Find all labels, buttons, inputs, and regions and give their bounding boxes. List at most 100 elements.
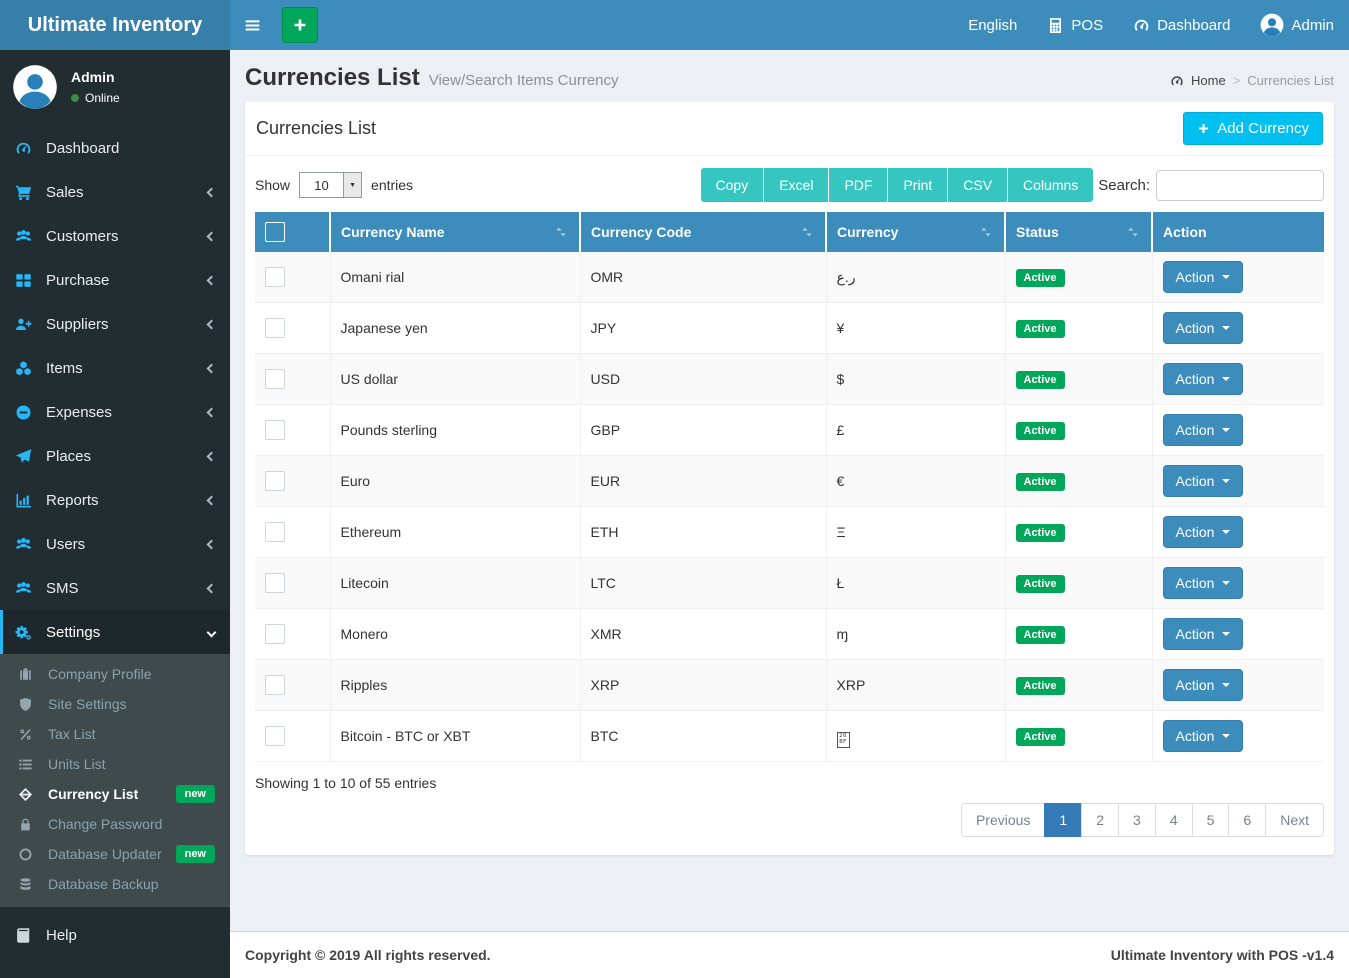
table-row: US dollar USD $ Active Action bbox=[255, 354, 1324, 405]
columns-button[interactable]: Columns bbox=[1008, 168, 1093, 202]
row-checkbox[interactable] bbox=[265, 675, 285, 695]
sidebar-item-expenses[interactable]: Expenses bbox=[0, 390, 230, 434]
plus-icon bbox=[292, 17, 308, 33]
currency-symbol-cell: ر.ع bbox=[826, 252, 1005, 303]
sort-icon[interactable] bbox=[1125, 224, 1141, 240]
breadcrumb-current: Currencies List bbox=[1247, 73, 1334, 88]
pagination-page-2[interactable]: 2 bbox=[1081, 803, 1119, 837]
print-button[interactable]: Print bbox=[888, 168, 948, 202]
sidebar-item-places[interactable]: Places bbox=[0, 434, 230, 478]
sidebar-item-settings[interactable]: Settings bbox=[0, 610, 230, 654]
nav-user-label: Admin bbox=[1291, 17, 1334, 34]
currency-name-cell: Bitcoin - BTC or XBT bbox=[330, 711, 580, 762]
row-checkbox[interactable] bbox=[265, 318, 285, 338]
excel-button[interactable]: Excel bbox=[764, 168, 829, 202]
sidebar-item-tax-list[interactable]: Tax List bbox=[0, 719, 230, 749]
table-row: Omani rial OMR ر.ع Active Action bbox=[255, 252, 1324, 303]
action-button[interactable]: Action bbox=[1163, 669, 1244, 701]
sidebar-item-dashboard[interactable]: Dashboard bbox=[0, 126, 230, 170]
action-button[interactable]: Action bbox=[1163, 363, 1244, 395]
currency-name-cell: US dollar bbox=[330, 354, 580, 405]
pagination-page-5[interactable]: 5 bbox=[1192, 803, 1230, 837]
action-button-label: Action bbox=[1176, 473, 1215, 489]
row-checkbox[interactable] bbox=[265, 624, 285, 644]
status-badge: Active bbox=[1016, 575, 1065, 593]
pagination-previous[interactable]: Previous bbox=[961, 803, 1045, 837]
nav-user-menu[interactable]: Admin bbox=[1245, 0, 1349, 50]
sidebar-item-site-settings[interactable]: Site Settings bbox=[0, 689, 230, 719]
chevron-left-icon bbox=[207, 231, 217, 241]
select-all-checkbox[interactable] bbox=[265, 222, 285, 242]
chevron-left-icon bbox=[207, 275, 217, 285]
page-subtitle: View/Search Items Currency bbox=[429, 72, 619, 89]
pagination-page-3[interactable]: 3 bbox=[1118, 803, 1156, 837]
pdf-button[interactable]: PDF bbox=[829, 168, 888, 202]
pagination-page-6[interactable]: 6 bbox=[1228, 803, 1266, 837]
nav-language[interactable]: English bbox=[953, 0, 1032, 50]
sidebar-item-label: Items bbox=[46, 360, 83, 377]
page-footer: Copyright © 2019 All rights reserved. Ul… bbox=[230, 931, 1349, 978]
pagination-page-4[interactable]: 4 bbox=[1155, 803, 1193, 837]
pagination-page-1[interactable]: 1 bbox=[1044, 803, 1082, 837]
csv-button[interactable]: CSV bbox=[948, 168, 1008, 202]
pagination-next[interactable]: Next bbox=[1265, 803, 1324, 837]
sidebar-item-change-password[interactable]: Change Password bbox=[0, 809, 230, 839]
sidebar-item-reports[interactable]: Reports bbox=[0, 478, 230, 522]
action-button[interactable]: Action bbox=[1163, 720, 1244, 752]
column-header-status[interactable]: Status bbox=[1016, 224, 1059, 240]
main-content: Currencies List View/Search Items Curren… bbox=[230, 50, 1349, 978]
action-button[interactable]: Action bbox=[1163, 567, 1244, 599]
app-logo[interactable]: Ultimate Inventory bbox=[0, 0, 230, 50]
action-button[interactable]: Action bbox=[1163, 618, 1244, 650]
sort-icon[interactable] bbox=[978, 224, 994, 240]
action-button[interactable]: Action bbox=[1163, 516, 1244, 548]
row-checkbox[interactable] bbox=[265, 726, 285, 746]
sidebar-item-suppliers[interactable]: Suppliers bbox=[0, 302, 230, 346]
sidebar-item-sms[interactable]: SMS bbox=[0, 566, 230, 610]
sidebar-item-units-list[interactable]: Units List bbox=[0, 749, 230, 779]
row-checkbox[interactable] bbox=[265, 522, 285, 542]
caret-down-icon bbox=[1222, 581, 1230, 585]
action-button[interactable]: Action bbox=[1163, 465, 1244, 497]
plus-icon bbox=[1197, 122, 1210, 135]
nav-dashboard-label: Dashboard bbox=[1157, 17, 1230, 34]
chevron-down-icon bbox=[207, 627, 217, 637]
breadcrumb-home[interactable]: Home bbox=[1191, 73, 1226, 88]
sidebar-item-database-updater[interactable]: Database Updater new bbox=[0, 839, 230, 869]
currency-code-cell: EUR bbox=[580, 456, 826, 507]
sidebar-item-company-profile[interactable]: Company Profile bbox=[0, 659, 230, 689]
sidebar-toggle-button[interactable] bbox=[230, 0, 274, 50]
add-currency-button[interactable]: Add Currency bbox=[1183, 112, 1323, 145]
nav-dashboard[interactable]: Dashboard bbox=[1118, 0, 1245, 50]
row-checkbox[interactable] bbox=[265, 471, 285, 491]
page-size-select[interactable]: 10 ▼ bbox=[299, 172, 362, 198]
search-input[interactable] bbox=[1156, 170, 1324, 201]
nav-pos-label: POS bbox=[1071, 17, 1103, 34]
sidebar-item-sales[interactable]: Sales bbox=[0, 170, 230, 214]
column-header-currency[interactable]: Currency bbox=[837, 224, 898, 240]
row-checkbox[interactable] bbox=[265, 420, 285, 440]
sidebar-item-help[interactable]: Help bbox=[0, 913, 230, 957]
sidebar-item-label: Database Updater bbox=[48, 846, 162, 862]
sidebar-item-database-backup[interactable]: Database Backup bbox=[0, 869, 230, 899]
row-checkbox[interactable] bbox=[265, 369, 285, 389]
sidebar-item-users[interactable]: Users bbox=[0, 522, 230, 566]
action-button[interactable]: Action bbox=[1163, 414, 1244, 446]
chevron-left-icon bbox=[207, 451, 217, 461]
nav-pos[interactable]: POS bbox=[1032, 0, 1118, 50]
sort-icon[interactable] bbox=[799, 224, 815, 240]
sort-icon[interactable] bbox=[553, 224, 569, 240]
sidebar-item-customers[interactable]: Customers bbox=[0, 214, 230, 258]
row-checkbox[interactable] bbox=[265, 267, 285, 287]
sidebar-item-items[interactable]: Items bbox=[0, 346, 230, 390]
chevron-left-icon bbox=[207, 363, 217, 373]
action-button[interactable]: Action bbox=[1163, 312, 1244, 344]
column-header-currency-name[interactable]: Currency Name bbox=[341, 224, 445, 240]
row-checkbox[interactable] bbox=[265, 573, 285, 593]
quick-add-button[interactable] bbox=[282, 7, 318, 43]
action-button[interactable]: Action bbox=[1163, 261, 1244, 293]
copy-button[interactable]: Copy bbox=[701, 168, 765, 202]
sidebar-item-purchase[interactable]: Purchase bbox=[0, 258, 230, 302]
sidebar-item-currency-list[interactable]: Currency List new bbox=[0, 779, 230, 809]
column-header-currency-code[interactable]: Currency Code bbox=[591, 224, 691, 240]
